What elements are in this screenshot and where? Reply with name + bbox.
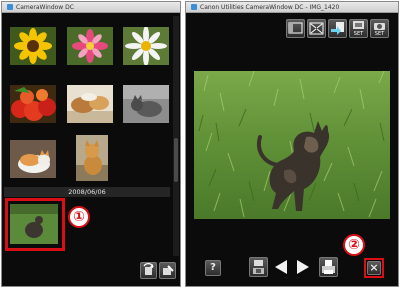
edit-icon [163, 265, 174, 275]
thumbnail-scrollbar[interactable] [173, 16, 179, 256]
close-button[interactable]: × [367, 261, 381, 275]
left-window-title: CameraWindow DC [16, 4, 74, 11]
rotate-image-button[interactable] [249, 257, 268, 277]
rotate-button[interactable] [140, 262, 157, 279]
white-daisy-photo-icon [123, 27, 169, 65]
full-screen-icon [309, 22, 324, 35]
dessert-photo-icon [67, 85, 113, 123]
thumbnail-sunflower[interactable] [10, 27, 56, 65]
previous-image-button[interactable] [275, 260, 287, 274]
pink-flower-photo-icon [67, 27, 113, 65]
set-wallpaper-button[interactable]: SET [349, 19, 368, 38]
right-window-titlebar[interactable]: Canon Utilities CameraWindow DC - IMG_14… [186, 2, 398, 13]
cat-on-grass-main-photo [194, 71, 390, 219]
thumbnail-dog[interactable] [76, 135, 108, 181]
close-icon: × [369, 261, 379, 274]
thumbnail-pink-flower[interactable] [67, 27, 113, 65]
main-image [194, 71, 390, 219]
dog-photo-icon [76, 135, 108, 181]
app-icon [191, 4, 197, 10]
import-icon [331, 22, 344, 35]
cat-on-grass-photo-icon [10, 204, 58, 244]
gray-cat-photo-icon [123, 85, 169, 123]
set-camera-button[interactable]: SET [370, 19, 389, 38]
print-icon [322, 260, 335, 274]
thumbnail-white-daisy[interactable] [123, 27, 169, 65]
image-viewer-window: Canon Utilities CameraWindow DC - IMG_14… [185, 1, 399, 287]
thumbnail-strawberries[interactable] [10, 85, 56, 123]
single-view-icon [288, 22, 303, 34]
import-button[interactable] [328, 19, 347, 38]
thumbnail-kitten[interactable] [10, 140, 56, 178]
set-camera-label: SET [374, 31, 385, 37]
strawberries-photo-icon [10, 85, 56, 123]
camerawindow-thumbnail-window: CameraWindow DC 2008/06/06 ① [1, 1, 181, 287]
app-icon [7, 4, 13, 10]
date-separator: 2008/06/06 [4, 187, 170, 197]
annotation-badge-1: ① [68, 206, 90, 228]
annotation-badge-2: ② [343, 234, 365, 256]
thumbnail-cat-on-grass[interactable] [10, 204, 58, 244]
kitten-photo-icon [10, 140, 56, 178]
help-label: ? [210, 262, 216, 273]
date-separator-text: 2008/06/06 [68, 188, 106, 196]
edit-button[interactable] [159, 262, 176, 279]
rotate-icon [143, 263, 154, 275]
print-button[interactable] [319, 257, 338, 277]
left-window-titlebar[interactable]: CameraWindow DC [2, 2, 180, 13]
full-screen-button[interactable] [307, 19, 326, 38]
thumbnail-dessert[interactable] [67, 85, 113, 123]
help-button[interactable]: ? [205, 260, 221, 276]
scrollbar-handle[interactable] [174, 138, 178, 182]
sunflower-photo-icon [10, 27, 56, 65]
right-window-title: Canon Utilities CameraWindow DC - IMG_14… [200, 4, 340, 11]
rotate-image-icon [253, 260, 264, 274]
next-image-button[interactable] [297, 260, 309, 274]
set-wallpaper-label: SET [353, 31, 364, 37]
thumbnail-gray-cat[interactable] [123, 85, 169, 123]
single-view-button[interactable] [286, 19, 305, 38]
